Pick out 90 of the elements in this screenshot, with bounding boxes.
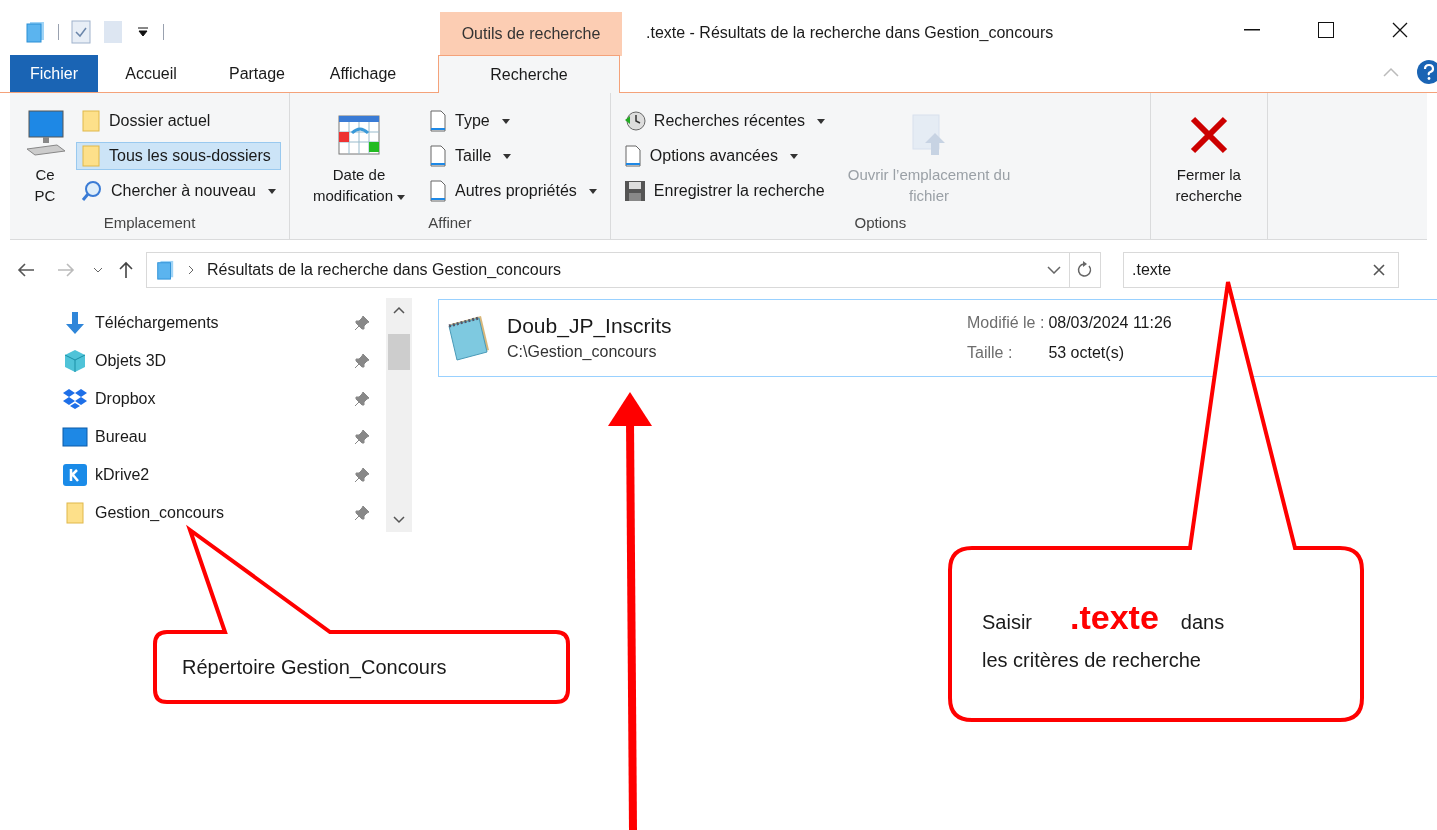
close-icon	[1188, 115, 1229, 155]
folder-icon	[81, 109, 101, 133]
maximize-icon	[1318, 22, 1334, 38]
callout-text: les critères de recherche	[982, 648, 1202, 673]
folder-stack-icon	[155, 260, 175, 280]
document-icon	[623, 145, 642, 167]
ribbon-button[interactable]: Chercher à nouveau	[76, 177, 281, 205]
chevron-down-icon	[93, 267, 103, 273]
ribbon-tab[interactable]: Accueil	[98, 55, 204, 92]
caret-icon	[817, 118, 825, 124]
folder-icon	[65, 501, 85, 525]
caret-icon	[268, 188, 276, 194]
k-logo-icon	[63, 464, 87, 486]
pin-icon[interactable]	[354, 467, 370, 483]
back-arrow-icon	[17, 263, 35, 277]
properties-icon	[71, 20, 91, 44]
navigation-item[interactable]: Bureau	[0, 418, 386, 456]
search-field[interactable]: .texte	[1123, 252, 1399, 288]
chevron-down-icon[interactable]	[393, 516, 405, 524]
document-icon	[429, 145, 447, 167]
metadata-label: Taille :	[967, 343, 1014, 363]
address-path: Résultats de la recherche dans Gestion_concours	[207, 260, 561, 280]
ribbon-large-button[interactable]: Ce PC	[18, 101, 72, 212]
desktop-icon	[62, 427, 88, 447]
caret-icon	[501, 118, 510, 124]
chevron-up-icon[interactable]	[393, 306, 405, 314]
folder-stack-icon	[24, 21, 46, 43]
chevron-right-icon	[187, 265, 195, 275]
navigation-item[interactable]: Gestion_concours	[0, 494, 386, 532]
minimize-icon	[1244, 29, 1260, 31]
navigation-item[interactable]: Téléchargements	[0, 304, 386, 342]
scrollbar-thumb[interactable]	[388, 334, 410, 370]
dropbox-icon	[63, 388, 87, 410]
ribbon-button[interactable]: Taille	[424, 142, 602, 170]
ribbon-button[interactable]: Tous les sous-dossiers	[76, 142, 281, 170]
callout-keyword: .texte	[1070, 598, 1159, 636]
clock-icon	[623, 110, 646, 132]
close-icon	[1392, 22, 1408, 38]
pin-icon[interactable]	[354, 353, 370, 369]
metadata-label: Modifié le :	[967, 313, 1045, 333]
file-size: 53 octet(s)	[1048, 343, 1125, 363]
ribbon-tab[interactable]: Affichage	[310, 55, 416, 92]
caret-icon	[588, 188, 597, 194]
navigation-item[interactable]: Dropbox	[0, 380, 386, 418]
help-icon[interactable]	[1415, 60, 1437, 84]
modified-date: 08/03/2024 11:26	[1048, 313, 1172, 333]
ribbon-button[interactable]: Dossier actuel	[76, 107, 281, 135]
pin-icon[interactable]	[354, 315, 370, 331]
pin-icon[interactable]	[354, 505, 370, 521]
caret-icon	[503, 153, 512, 159]
window-title: .texte - Résultats de la recherche dans Gestion_concours	[646, 23, 1054, 43]
document-icon	[429, 180, 447, 202]
calendar-icon	[338, 115, 380, 155]
caret-icon	[789, 153, 798, 159]
ribbon-group-label: Options	[853, 212, 908, 233]
ribbon-large-button[interactable]: Date de modification	[298, 101, 420, 212]
pin-icon[interactable]	[354, 429, 370, 445]
context-tab-header: Outils de recherche	[440, 12, 622, 56]
ribbon-large-button[interactable]: Fermer la recherche	[1158, 101, 1259, 239]
ribbon-button[interactable]: Autres propriétés	[424, 177, 602, 205]
ribbon-button[interactable]: Enregistrer la recherche	[618, 177, 830, 205]
navigation-item[interactable]: kDrive2	[0, 456, 386, 494]
folder-icon	[81, 144, 101, 168]
ribbon-group-label: Emplacement	[102, 212, 197, 233]
ribbon-group-label: Affiner	[427, 212, 473, 233]
file-path: C:\Gestion_concours	[507, 342, 658, 362]
file-name: Doub_JP_Inscrits	[507, 313, 673, 340]
callout-text: Saisir	[982, 610, 1032, 635]
callout-text: dans	[1180, 610, 1225, 635]
up-arrow-icon	[118, 261, 134, 279]
ribbon-tab[interactable]: Partage	[204, 55, 310, 92]
caret-icon	[397, 194, 405, 200]
ribbon-button[interactable]: Type	[424, 107, 602, 135]
forward-arrow-icon	[57, 263, 75, 277]
chevron-down-icon[interactable]	[1047, 266, 1061, 274]
ribbon-button[interactable]: Options avancées	[618, 142, 830, 170]
address-field[interactable]: Résultats de la recherche dans Gestion_concours	[146, 252, 1101, 288]
cube-icon	[63, 349, 87, 373]
file-menu-tab[interactable]: Fichier	[10, 55, 98, 92]
document-icon	[429, 110, 447, 132]
download-arrow-icon	[63, 311, 87, 335]
scrollbar[interactable]	[386, 298, 412, 532]
callout-text: Répertoire Gestion_Concours	[182, 655, 447, 681]
file-upload-icon	[911, 113, 947, 157]
ribbon-tab[interactable]: Recherche	[438, 55, 620, 93]
ribbon-button[interactable]: Recherches récentes	[618, 107, 830, 135]
clear-icon[interactable]	[1373, 264, 1385, 276]
pin-icon[interactable]	[354, 391, 370, 407]
search-icon	[81, 180, 103, 202]
navigation-item[interactable]: Objets 3D	[0, 342, 386, 380]
